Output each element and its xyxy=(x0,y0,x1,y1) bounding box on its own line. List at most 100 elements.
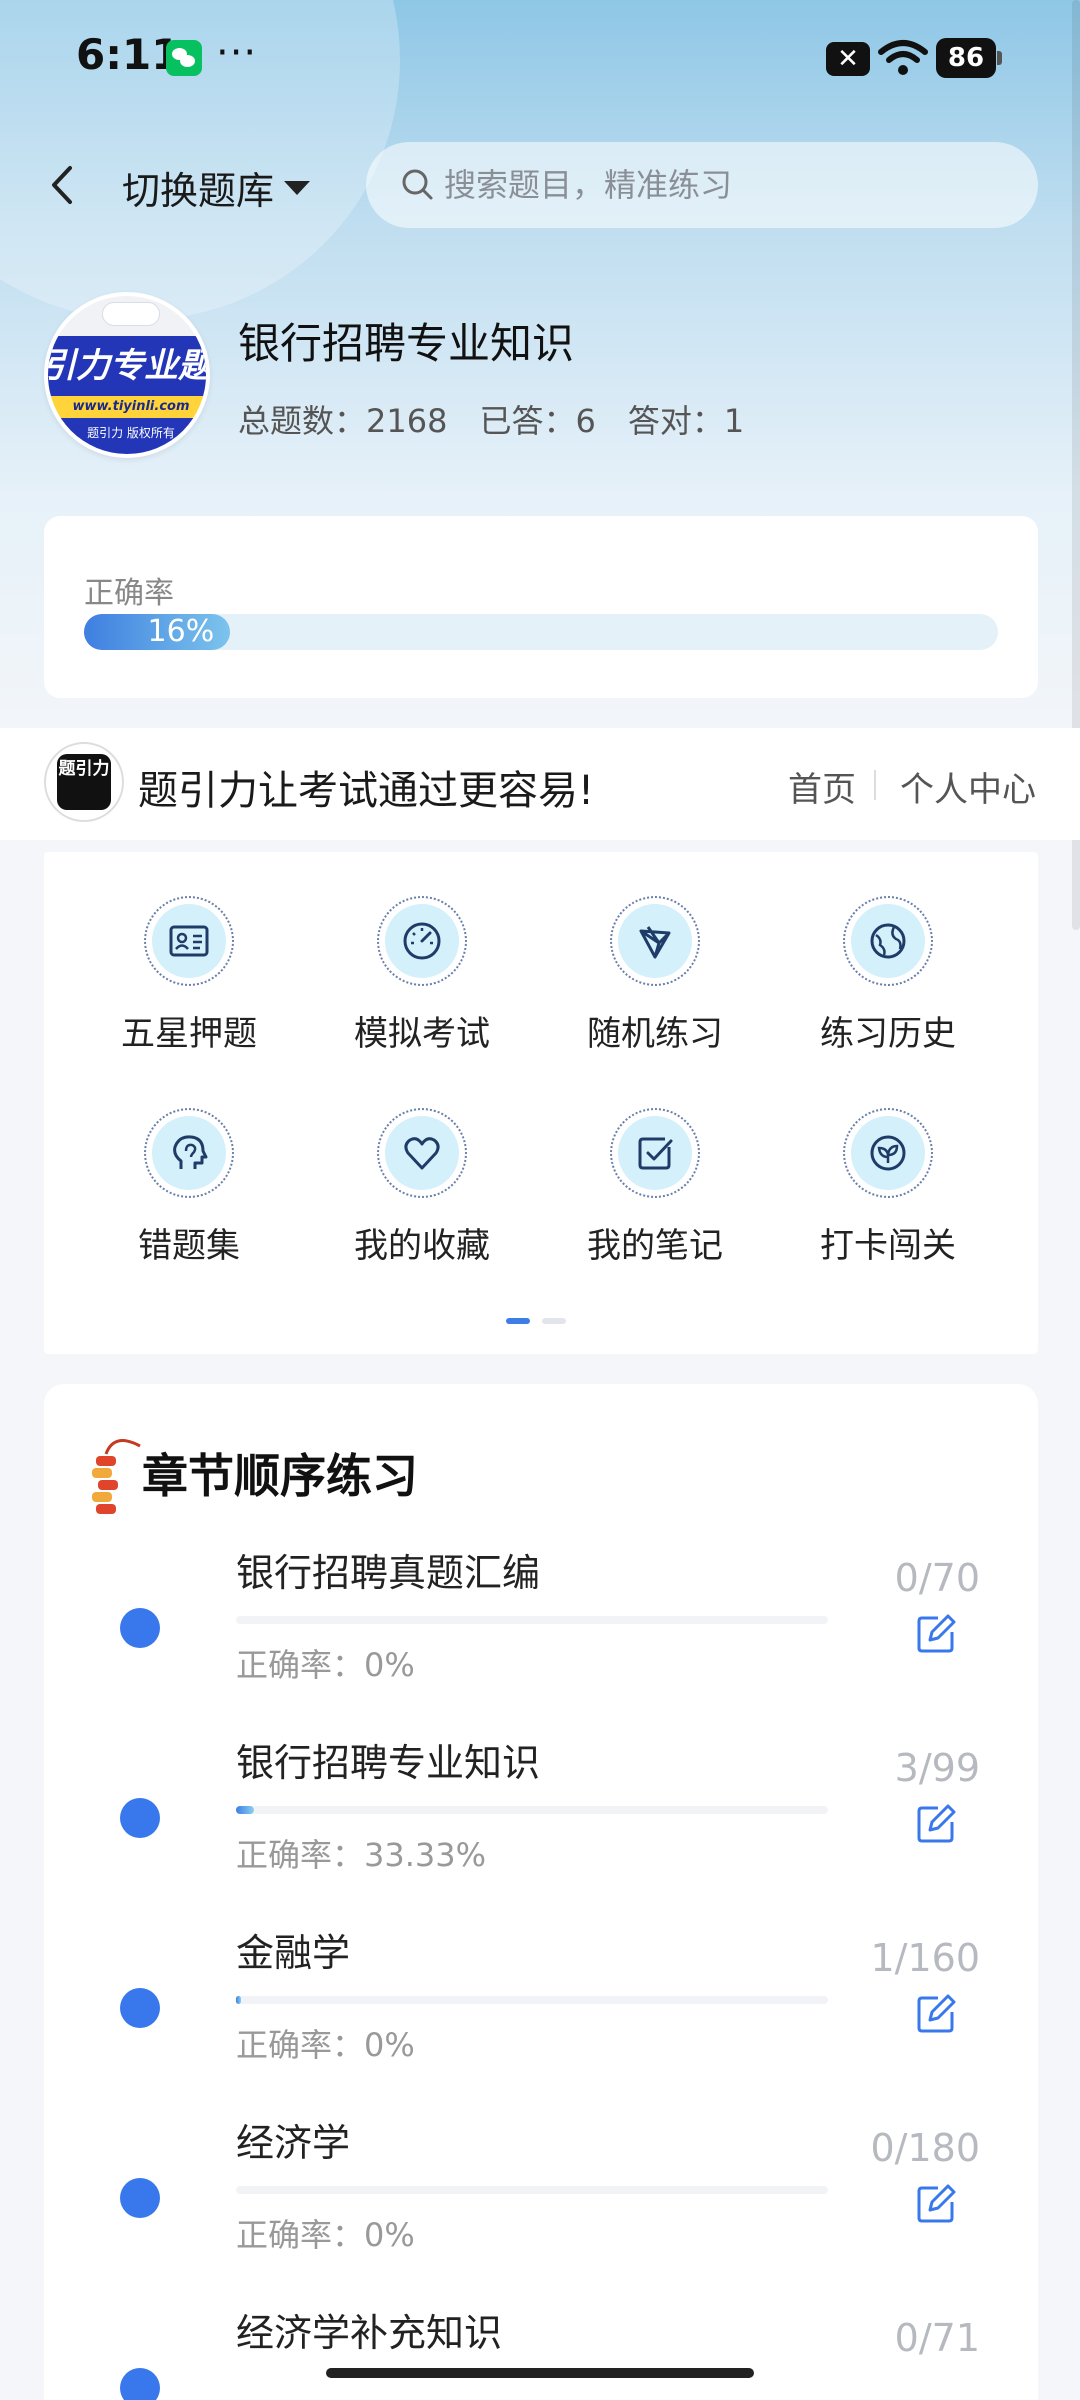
edit-icon[interactable] xyxy=(914,1992,958,2036)
id-card-icon xyxy=(169,925,209,957)
chapter-progress-bar xyxy=(236,1996,828,2004)
feature-icon-ring xyxy=(610,896,700,986)
chapter-practice-card: 章节顺序练习 银行招聘真题汇编 正确率：0% 0/70 银行招聘专业知识 正确率… xyxy=(44,1384,1038,2400)
chapter-progress-fill xyxy=(236,1996,241,2004)
feature-label: 练习历史 xyxy=(820,1014,956,1054)
status-bar: 6:11 ··· ✕ 86 xyxy=(0,0,1080,118)
chapter-progress-bar xyxy=(236,1806,828,1814)
chapter-progress-fill xyxy=(236,1806,254,1814)
chapter-dot xyxy=(120,1988,160,2028)
feature-mock-exam[interactable]: 模拟考试 xyxy=(322,896,522,1055)
feature-favorites[interactable]: 我的收藏 xyxy=(322,1108,522,1267)
logo-footer: 题引力 版权所有 xyxy=(48,418,206,454)
feature-label: 模拟考试 xyxy=(354,1014,490,1054)
wechat-icon xyxy=(166,40,202,76)
chapter-accuracy: 正确率：0% xyxy=(236,1646,415,1684)
home-indicator[interactable] xyxy=(326,2368,754,2378)
feature-label: 随机练习 xyxy=(587,1014,723,1054)
brand-logo[interactable]: 题引力 xyxy=(44,742,124,822)
edit-icon[interactable] xyxy=(914,2182,958,2226)
accuracy-bar-fill: 16% xyxy=(84,614,231,650)
nav-divider xyxy=(874,770,876,800)
chapter-count: 3/99 xyxy=(894,1746,980,1790)
feature-icon-ring xyxy=(144,1108,234,1198)
caret-down-icon xyxy=(284,180,311,195)
pager-dot[interactable] xyxy=(542,1318,566,1324)
feature-icon-ring xyxy=(377,896,467,986)
course-stats: 总题数：2168 已答：6 答对：1 xyxy=(238,396,744,442)
chapter-name: 经济学 xyxy=(236,2121,351,2165)
chapter-name: 银行招聘真题汇编 xyxy=(236,1551,541,1595)
chapter-item[interactable]: 经济学 正确率：0% 0/180 xyxy=(44,2112,1038,2302)
feature-label: 我的收藏 xyxy=(354,1226,490,1266)
chapter-progress-bar xyxy=(236,2186,828,2194)
chapter-dot xyxy=(120,2368,160,2400)
back-icon[interactable] xyxy=(44,160,80,210)
chapter-name: 银行招聘专业知识 xyxy=(236,1741,541,1785)
chapter-accuracy: 正确率：33.33% xyxy=(236,1836,487,1874)
chapter-dot xyxy=(120,1608,160,1648)
switch-bank-label: 切换题库 xyxy=(122,169,275,213)
edit-icon[interactable] xyxy=(914,1802,958,1846)
logo-text: 引力专业题 xyxy=(48,336,206,396)
accuracy-bar: 16% xyxy=(84,614,998,650)
pager-dot-active[interactable] xyxy=(506,1318,530,1324)
chapter-count: 1/160 xyxy=(870,1936,980,1980)
globe-icon xyxy=(870,923,906,959)
feature-checkin[interactable]: 打卡闯关 xyxy=(788,1108,988,1267)
brand-slogan: 题引力让考试通过更容易! xyxy=(138,768,595,814)
feature-icon-ring xyxy=(843,1108,933,1198)
chapter-name: 经济学补充知识 xyxy=(236,2311,503,2355)
nav-home-link[interactable]: 首页 xyxy=(788,762,856,811)
network-icon xyxy=(639,926,671,959)
chapter-progress-bar xyxy=(236,1616,828,1624)
battery-indicator: 86 xyxy=(936,38,1002,78)
search-bar[interactable] xyxy=(366,142,1038,228)
chapter-accuracy: 正确率：0% xyxy=(236,2216,415,2254)
accuracy-label: 正确率 xyxy=(84,576,174,611)
search-icon xyxy=(402,169,433,200)
more-dots: ··· xyxy=(216,30,258,76)
chapter-count: 0/180 xyxy=(870,2126,980,2170)
feature-icon-ring xyxy=(843,896,933,986)
brand-banner: 题引力 题引力让考试通过更容易! 首页 个人中心 xyxy=(0,728,1080,840)
stat-correct: 答对：1 xyxy=(627,402,745,440)
chapter-item[interactable]: 金融学 正确率：0% 1/160 xyxy=(44,1922,1038,2112)
feature-star-questions[interactable]: 五星押题 xyxy=(89,896,289,1055)
chapter-count: 0/70 xyxy=(894,1556,980,1600)
firecracker-icon xyxy=(92,1439,141,1514)
chapter-accuracy: 正确率：0% xyxy=(236,2026,415,2064)
edit-icon[interactable] xyxy=(914,1612,958,1656)
logo-top xyxy=(48,296,206,340)
logo-url: www.tiyinli.com xyxy=(48,396,206,418)
stat-total: 总题数：2168 xyxy=(238,402,448,440)
sim-x-icon: ✕ xyxy=(826,42,870,76)
section-title: 章节顺序练习 xyxy=(142,1449,418,1503)
feature-wrong-questions[interactable]: 错题集 xyxy=(89,1108,289,1267)
feature-icon-ring xyxy=(610,1108,700,1198)
chapter-item[interactable]: 银行招聘专业知识 正确率：33.33% 3/99 xyxy=(44,1732,1038,1922)
chapter-dot xyxy=(120,1798,160,1838)
feature-icon-ring xyxy=(144,896,234,986)
nav-user-center-link[interactable]: 个人中心 xyxy=(900,762,1036,811)
status-time: 6:11 xyxy=(76,30,181,79)
leaf-icon xyxy=(870,1135,906,1171)
feature-notes[interactable]: 我的笔记 xyxy=(555,1108,755,1267)
switch-bank-button[interactable]: 切换题库 xyxy=(122,160,311,215)
course-title: 银行招聘专业知识 xyxy=(238,319,575,368)
feature-random-practice[interactable]: 随机练习 xyxy=(555,896,755,1055)
search-input[interactable] xyxy=(444,166,1004,204)
chapter-item[interactable]: 经济学补充知识 0/71 xyxy=(44,2302,1038,2400)
wifi-icon xyxy=(878,40,928,75)
feature-label: 五星押题 xyxy=(121,1014,257,1054)
chapter-dot xyxy=(120,2178,160,2218)
brand-logo-text: 题引力 xyxy=(57,754,111,810)
chapter-name: 金融学 xyxy=(236,1931,351,1975)
feature-practice-history[interactable]: 练习历史 xyxy=(788,896,988,1055)
note-check-icon xyxy=(638,1137,673,1170)
feature-icon-ring xyxy=(377,1108,467,1198)
chapter-item[interactable]: 银行招聘真题汇编 正确率：0% 0/70 xyxy=(44,1542,1038,1732)
logo-badge xyxy=(102,302,160,326)
accuracy-card: 正确率 16% xyxy=(44,516,1038,698)
features-grid: 五星押题 模拟考试 随机练习 练习历史 错题集 我的收藏 我的笔记 打卡闯关 xyxy=(44,852,1038,1354)
